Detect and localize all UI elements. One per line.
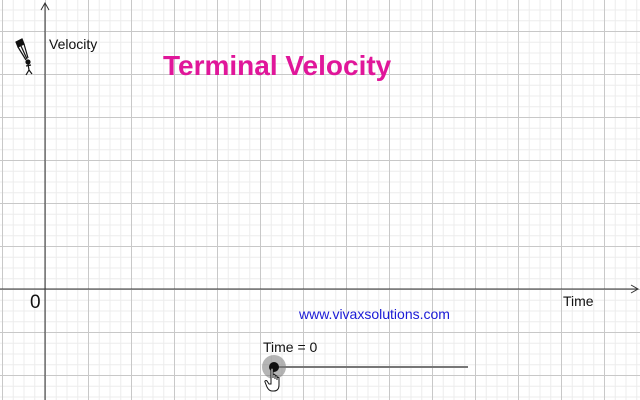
website-link[interactable]: www.vivaxsolutions.com — [299, 306, 450, 322]
y-axis-label: Velocity — [49, 36, 98, 52]
origin-label: 0 — [30, 292, 41, 313]
x-axis-label: Time — [563, 293, 594, 309]
page-title: Terminal Velocity — [163, 50, 392, 81]
hand-pointer-icon — [264, 367, 280, 392]
time-slider-track[interactable] — [273, 366, 468, 368]
skydiver-icon — [15, 38, 33, 76]
slider-label: Time = 0 — [263, 339, 318, 355]
graph-canvas[interactable]: Velocity Time 0 Terminal Velocity www.vi… — [0, 0, 640, 400]
